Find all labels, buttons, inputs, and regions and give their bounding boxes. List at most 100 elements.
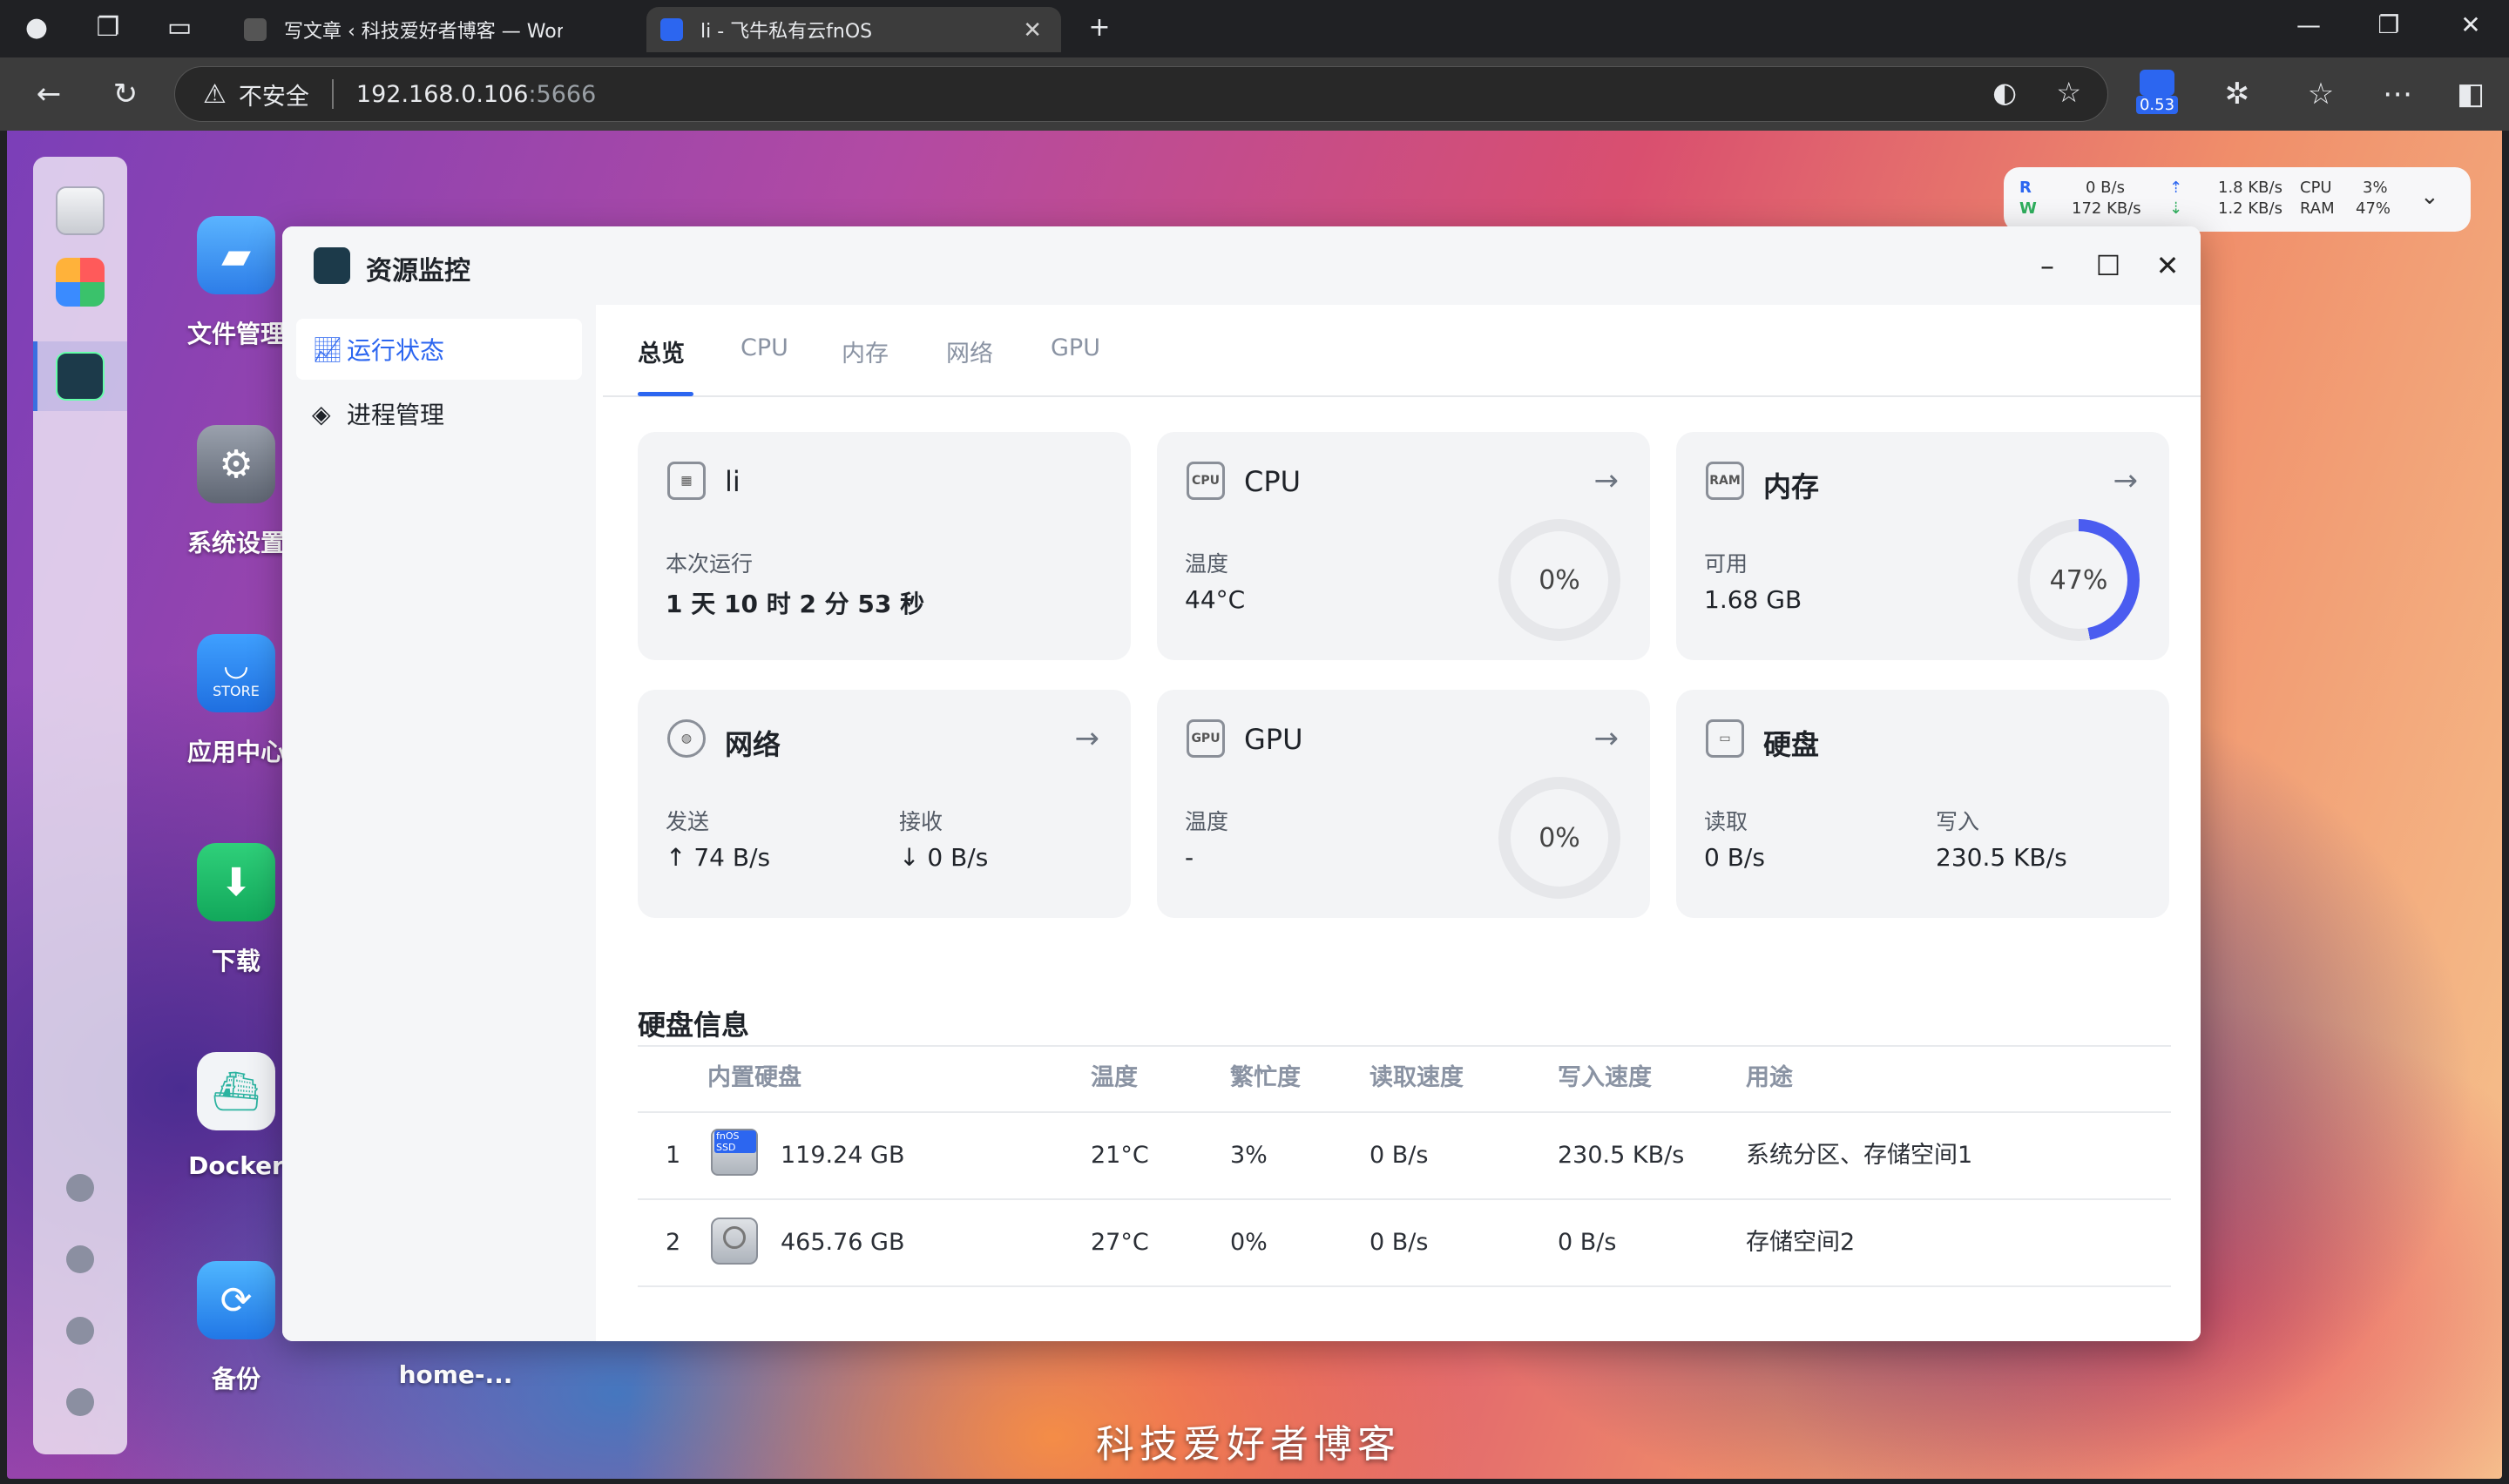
immersive-reader-icon[interactable]: ◐: [1992, 76, 2017, 109]
tab-memory[interactable]: 内存: [842, 334, 889, 368]
arrow-right-icon[interactable]: →: [1594, 463, 1620, 498]
window-title-bar[interactable]: 资源监控 – ☐ ✕: [282, 226, 2201, 305]
download-small-icon: ⇣: [2169, 199, 2183, 218]
disk-usage: 存储空间2: [1746, 1229, 1856, 1256]
back-icon[interactable]: ←: [30, 75, 68, 113]
row-index: 1: [666, 1142, 681, 1169]
gpu-icon: GPU: [1187, 719, 1225, 758]
close-window-icon[interactable]: ✕: [2445, 10, 2497, 39]
close-tab-icon[interactable]: ✕: [1023, 17, 1042, 44]
fnos-desktop: ▰ 文件管理 ⚙ 系统设置 ◡ STORE 应用中心 ⬇ 下载 ⛴ Docker …: [7, 131, 2502, 1479]
column-header: 写入速度: [1558, 1064, 1652, 1091]
window-maximize-icon[interactable]: ☐: [2086, 246, 2131, 286]
overview-content: ▦ li 本次运行 1 天 10 时 2 分 53 秒 CPU CPU → 温度…: [603, 397, 2201, 1341]
gpu-card[interactable]: GPU GPU → 温度 - 0%: [1157, 690, 1650, 918]
hostname: li: [725, 465, 741, 498]
favorite-star-icon[interactable]: ☆: [2056, 76, 2081, 109]
desktop-icon[interactable]: [56, 186, 105, 235]
network-card[interactable]: ◍ 网络 → 发送 ↑ 74 B/s 接收 ↓ 0 B/s: [638, 690, 1131, 918]
write-label: 写入: [1936, 809, 1980, 834]
arrow-right-icon[interactable]: →: [2113, 463, 2139, 498]
chevron-down-icon[interactable]: ⌄: [2420, 186, 2439, 208]
read-rate: 0 B/s: [2086, 179, 2125, 197]
globe-icon: ◍: [667, 719, 706, 758]
card-title: 硬盘: [1763, 728, 1820, 761]
extension-badge: 0.53: [2136, 96, 2178, 114]
sidebar-item-processes[interactable]: ◈ 进程管理: [296, 383, 582, 444]
uptime-label: 本次运行: [666, 551, 754, 577]
disk-read-speed: 0 B/s: [1369, 1229, 1429, 1256]
read-label: R: [2019, 179, 2032, 197]
chip-icon: ▦: [667, 462, 706, 500]
uptime-value: 1 天 10 时 2 分 53 秒: [666, 590, 925, 618]
column-header: 用途: [1746, 1064, 1793, 1091]
sidebar-item-status[interactable]: 📈︎ 运行状态: [296, 319, 582, 380]
extension-speed-glyph: [2140, 70, 2174, 96]
minimize-icon[interactable]: —: [2282, 10, 2335, 39]
settings-gear-icon[interactable]: [66, 1388, 94, 1416]
tab-cpu[interactable]: CPU: [741, 334, 788, 361]
store-badge: STORE: [213, 682, 260, 699]
ram-value: 47%: [2356, 199, 2391, 218]
memory-card[interactable]: RAM 内存 → 可用 1.68 GB 47%: [1676, 432, 2169, 660]
upload-icon: ⇡: [2169, 179, 2183, 197]
extension-speed-icon[interactable]: 0.53: [2136, 70, 2178, 115]
app-grid-icon[interactable]: [56, 258, 105, 307]
browser-tab-fnos[interactable]: li - 飞牛私有云fnOS ✕: [646, 7, 1061, 52]
tab-network[interactable]: 网络: [946, 334, 993, 368]
tab-gpu[interactable]: GPU: [1051, 334, 1100, 361]
table-row[interactable]: 1 fnOS SSD 119.24 GB 21°C 3% 0 B/s 230.5…: [638, 1113, 2171, 1198]
active-tab-underline: [638, 392, 693, 396]
favorites-icon[interactable]: ☆: [2302, 75, 2340, 113]
window-minimize-icon[interactable]: –: [2025, 246, 2070, 286]
arrow-right-icon[interactable]: →: [1075, 721, 1100, 756]
extensions-icon[interactable]: ✲: [2218, 75, 2256, 113]
disk-temp: 27°C: [1091, 1229, 1149, 1256]
browser-tab-wordpress[interactable]: 写文章 ‹ 科技爱好者博客 — Word: [230, 7, 639, 52]
column-header: 读取速度: [1369, 1064, 1464, 1091]
system-status-widget[interactable]: R W 0 B/s 172 KB/s ⇡ ⇣ 1.8 KB/s 1.2 KB/s…: [2004, 167, 2471, 232]
table-row[interactable]: 2 465.76 GB 27°C 0% 0 B/s 0 B/s 存储空间2: [638, 1200, 2171, 1285]
new-tab-icon[interactable]: +: [1082, 12, 1117, 44]
restore-icon[interactable]: ❐: [2363, 10, 2415, 39]
backup-sync-icon: ⟳: [197, 1261, 275, 1339]
hard-disk-icon: ▭: [1706, 719, 1744, 758]
tab-actions-icon[interactable]: ▭: [162, 12, 197, 44]
write-label: W: [2019, 199, 2037, 218]
docker-icon: ⛴: [197, 1052, 275, 1130]
window-close-icon[interactable]: ✕: [2145, 246, 2190, 286]
column-header: 内置硬盘: [707, 1064, 801, 1091]
user-icon[interactable]: [66, 1317, 94, 1345]
warning-icon: ⚠: [203, 78, 227, 110]
cpu-usage-value: 0%: [1511, 531, 1608, 629]
table-divider: [638, 1285, 2171, 1287]
temp-value: 44°C: [1185, 585, 1246, 614]
sidebar-item-label: 运行状态: [347, 336, 445, 365]
reload-icon[interactable]: ↻: [106, 75, 145, 113]
column-header: 温度: [1091, 1064, 1138, 1091]
temp-label: 温度: [1185, 809, 1229, 834]
transfer-icon[interactable]: [66, 1174, 94, 1202]
sidebar-toggle-icon[interactable]: ◧: [2452, 75, 2490, 113]
address-bar[interactable]: ⚠ 不安全 192.168.0.106:5666 ◐ ☆: [174, 66, 2108, 122]
resource-monitor-icon[interactable]: [56, 352, 105, 401]
address-separator: [331, 79, 334, 109]
ssd-badge: fnOS SSD: [714, 1130, 756, 1153]
ram-label: RAM: [2300, 199, 2335, 218]
read-label: 读取: [1704, 809, 1748, 834]
arrow-right-icon[interactable]: →: [1594, 721, 1620, 756]
hdd-platter-glyph: [723, 1226, 746, 1249]
app-label: home-...: [398, 1360, 513, 1389]
memory-usage-ring: 47%: [2018, 519, 2140, 641]
cpu-card[interactable]: CPU CPU → 温度 44°C 0%: [1157, 432, 1650, 660]
profile-icon[interactable]: ●: [19, 12, 54, 44]
store-smile-glyph: ◡: [223, 647, 249, 683]
bell-icon[interactable]: [66, 1245, 94, 1273]
tab-overview[interactable]: 总览: [638, 334, 685, 368]
disk-capacity: 119.24 GB: [781, 1142, 905, 1169]
insecure-label[interactable]: 不安全: [239, 78, 309, 111]
write-rate: 172 KB/s: [2072, 199, 2141, 218]
main-panel: 总览 CPU 内存 网络 GPU ▦ li 本次运行 1 天 10 时 2 分 …: [603, 305, 2201, 1341]
workspaces-icon[interactable]: ❐: [91, 12, 125, 44]
more-menu-icon[interactable]: ⋯: [2378, 75, 2417, 113]
